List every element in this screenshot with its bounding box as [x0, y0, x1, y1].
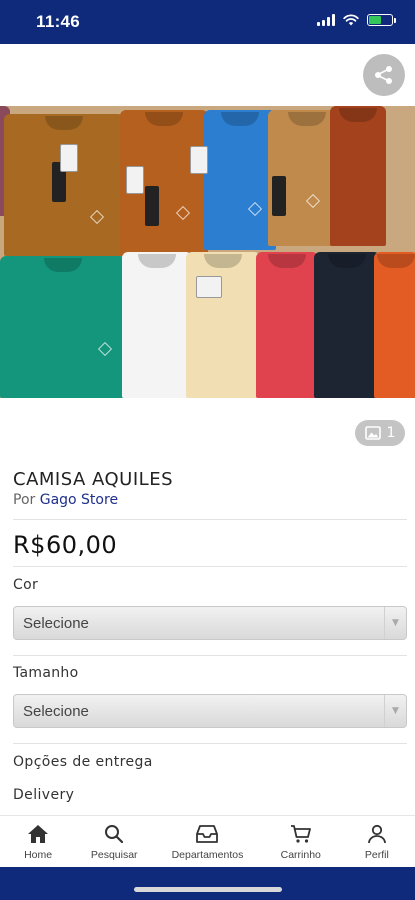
tab-departments[interactable]: Departamentos	[152, 816, 262, 867]
status-icons	[317, 14, 396, 26]
seller-link[interactable]: Gago Store	[40, 492, 118, 508]
status-time: 11:46	[36, 12, 81, 31]
bottom-tab-bar: Home Pesquisar Departamentos Carrinho Pe…	[0, 815, 415, 867]
size-select-value: Selecione	[23, 703, 89, 720]
user-icon	[367, 824, 386, 844]
image-icon	[364, 426, 381, 440]
tab-label: Departamentos	[171, 849, 244, 861]
photo-count: 1	[386, 425, 396, 441]
home-icon	[28, 825, 49, 843]
tab-label: Home	[24, 849, 53, 861]
size-select[interactable]: Selecione ▼	[13, 694, 407, 728]
photo-count-badge[interactable]: 1	[355, 420, 405, 446]
battery-charging-icon	[367, 14, 396, 26]
cart-icon	[290, 825, 311, 843]
tab-search[interactable]: Pesquisar	[76, 816, 152, 867]
divider	[13, 566, 407, 567]
tab-home[interactable]: Home	[0, 816, 76, 867]
color-select-value: Selecione	[23, 615, 89, 632]
home-indicator-area	[0, 867, 415, 900]
divider	[13, 519, 407, 520]
chevron-down-icon: ▼	[384, 607, 406, 639]
status-bar: 11:46	[0, 0, 415, 44]
delivery-method[interactable]: Delivery	[13, 787, 74, 803]
color-label: Cor	[13, 577, 38, 593]
divider	[13, 655, 407, 656]
tab-label: Pesquisar	[90, 849, 138, 861]
product-image[interactable]	[0, 106, 415, 398]
tab-label: Perfil	[364, 849, 389, 861]
share-button[interactable]	[363, 54, 405, 96]
tab-label: Carrinho	[280, 849, 321, 861]
share-icon	[375, 66, 392, 84]
seller-prefix: Por	[13, 492, 36, 508]
seller-line: Por Gago Store	[13, 492, 118, 508]
color-select[interactable]: Selecione ▼	[13, 606, 407, 640]
chevron-down-icon: ▼	[384, 695, 406, 727]
home-indicator[interactable]	[134, 887, 282, 892]
wifi-icon	[343, 14, 359, 26]
delivery-options-heading: Opções de entrega	[13, 754, 153, 770]
size-label: Tamanho	[13, 665, 79, 681]
divider	[13, 743, 407, 744]
product-price: R$60,00	[13, 531, 118, 559]
tab-profile[interactable]: Perfil	[339, 816, 415, 867]
signal-icon	[317, 14, 335, 26]
tab-cart[interactable]: Carrinho	[263, 816, 339, 867]
search-icon	[105, 825, 124, 844]
product-title: CAMISA AQUILES	[13, 469, 173, 490]
inbox-icon	[196, 825, 219, 843]
